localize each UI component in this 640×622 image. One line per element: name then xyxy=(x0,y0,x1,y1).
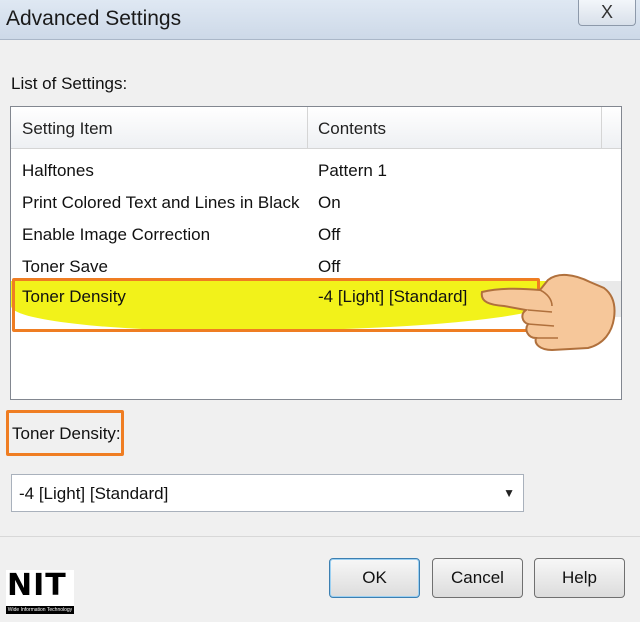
cancel-button[interactable]: Cancel xyxy=(432,558,523,598)
column-header-setting-item[interactable]: Setting Item xyxy=(22,119,113,139)
close-icon: X xyxy=(600,2,613,22)
title-bar: Advanced Settings X xyxy=(0,0,640,40)
settings-list[interactable]: Setting Item Contents Halftones Pattern … xyxy=(10,106,622,400)
list-header: Setting Item Contents xyxy=(11,107,621,149)
setting-contents-cell: Off xyxy=(318,225,341,244)
setting-contents-cell: Off xyxy=(318,257,341,276)
column-divider[interactable] xyxy=(601,107,602,149)
setting-item-cell: Enable Image Correction xyxy=(22,225,211,244)
column-header-contents[interactable]: Contents xyxy=(318,119,386,139)
setting-contents-cell: On xyxy=(318,193,341,212)
list-row-enable-image-correction[interactable]: Enable Image Correction Off xyxy=(11,221,621,253)
toner-density-select[interactable]: -4 [Light] [Standard] ▼ xyxy=(11,474,524,512)
logo-text: NIT xyxy=(7,568,67,603)
nit-logo: NIT Wide Information Technology xyxy=(6,568,74,614)
help-button[interactable]: Help xyxy=(534,558,625,598)
list-of-settings-label: List of Settings: xyxy=(11,74,128,93)
list-row-print-colored-text[interactable]: Print Colored Text and Lines in Black On xyxy=(11,189,621,221)
callout-box-selected-row xyxy=(12,278,540,332)
toner-density-label: Toner Density: xyxy=(12,424,121,443)
footer-divider xyxy=(0,536,640,537)
chevron-down-icon[interactable]: ▼ xyxy=(503,486,515,500)
toner-density-value: -4 [Light] [Standard] xyxy=(19,484,169,503)
setting-item-cell: Print Colored Text and Lines in Black xyxy=(22,193,300,212)
close-button[interactable]: X xyxy=(578,0,636,26)
list-row-halftones[interactable]: Halftones Pattern 1 xyxy=(11,157,621,189)
window-title: Advanced Settings xyxy=(6,7,182,30)
pointing-hand-icon xyxy=(480,274,616,352)
setting-item-cell: Toner Save xyxy=(22,257,108,276)
setting-item-cell: Halftones xyxy=(22,161,94,180)
column-divider[interactable] xyxy=(307,107,308,149)
logo-subtitle: Wide Information Technology xyxy=(6,606,74,614)
ok-button[interactable]: OK xyxy=(329,558,420,598)
setting-contents-cell: Pattern 1 xyxy=(318,161,387,180)
